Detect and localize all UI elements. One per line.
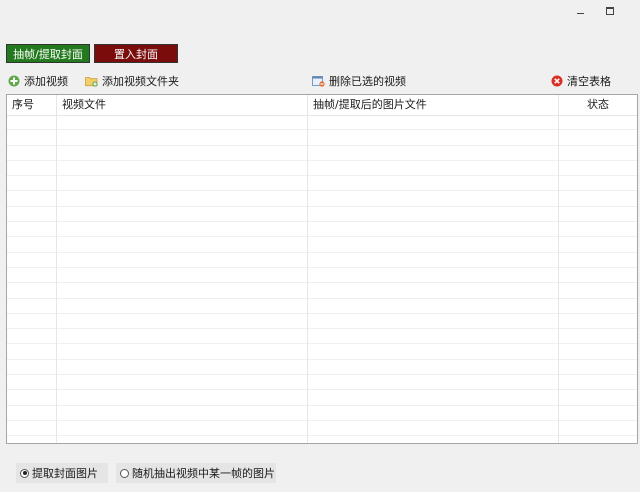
table-row[interactable] — [7, 176, 637, 192]
delete-selected-button[interactable]: 删除已选的视频 — [312, 73, 406, 89]
add-folder-icon — [85, 77, 98, 87]
minimize-icon — [576, 12, 584, 14]
column-divider — [307, 115, 308, 443]
table-body — [7, 115, 637, 443]
video-table[interactable]: 序号 视频文件 抽帧/提取后的图片文件 状态 — [6, 94, 638, 444]
table-row[interactable] — [7, 253, 637, 268]
table-row[interactable] — [7, 299, 637, 314]
option-random-frame-label: 随机抽出视频中某一帧的图片 — [132, 467, 275, 480]
column-header-index[interactable]: 序号 — [7, 95, 57, 115]
tab-extract-cover[interactable]: 抽帧/提取封面 — [6, 44, 90, 63]
column-header-video-file[interactable]: 视频文件 — [57, 95, 308, 115]
table-row[interactable] — [7, 146, 637, 161]
radio-random-frame[interactable] — [120, 468, 129, 478]
table-row[interactable] — [7, 375, 637, 391]
add-circle-icon — [8, 75, 20, 87]
add-video-button[interactable]: 添加视频 — [8, 73, 68, 89]
maximize-button[interactable] — [603, 4, 617, 18]
delete-selected-label: 删除已选的视频 — [329, 75, 406, 88]
table-row[interactable] — [7, 222, 637, 238]
table-row[interactable] — [7, 314, 637, 330]
table-row[interactable] — [7, 161, 637, 177]
table-row[interactable] — [7, 130, 637, 146]
table-row[interactable] — [7, 268, 637, 284]
clear-table-button[interactable]: 清空表格 — [551, 73, 611, 89]
table-row[interactable] — [7, 115, 637, 131]
column-header-status[interactable]: 状态 — [559, 95, 637, 115]
radio-extract-cover[interactable] — [20, 468, 29, 478]
table-row[interactable] — [7, 406, 637, 421]
add-video-label: 添加视频 — [24, 75, 68, 88]
minimize-button[interactable] — [573, 4, 587, 18]
tab-insert-cover[interactable]: 置入封面 — [94, 44, 178, 63]
column-divider — [558, 115, 559, 443]
delete-file-icon — [312, 76, 325, 87]
table-row[interactable] — [7, 344, 637, 360]
column-divider — [56, 115, 57, 443]
maximize-icon — [606, 7, 614, 15]
close-circle-icon — [551, 75, 563, 87]
table-row[interactable] — [7, 283, 637, 299]
add-folder-label: 添加视频文件夹 — [102, 75, 179, 88]
option-extract-cover-label: 提取封面图片 — [32, 467, 98, 480]
option-random-frame[interactable]: 随机抽出视频中某一帧的图片 — [116, 463, 276, 483]
table-row[interactable] — [7, 360, 637, 376]
table-row[interactable] — [7, 329, 637, 345]
table-row[interactable] — [7, 237, 637, 253]
option-extract-cover[interactable]: 提取封面图片 — [16, 463, 108, 483]
add-folder-button[interactable]: 添加视频文件夹 — [85, 73, 179, 89]
table-row[interactable] — [7, 207, 637, 223]
table-row[interactable] — [7, 390, 637, 406]
table-row[interactable] — [7, 421, 637, 437]
table-header: 序号 视频文件 抽帧/提取后的图片文件 状态 — [7, 95, 637, 116]
table-row[interactable] — [7, 191, 637, 207]
clear-table-label: 清空表格 — [567, 75, 611, 88]
column-header-output-file[interactable]: 抽帧/提取后的图片文件 — [308, 95, 559, 115]
